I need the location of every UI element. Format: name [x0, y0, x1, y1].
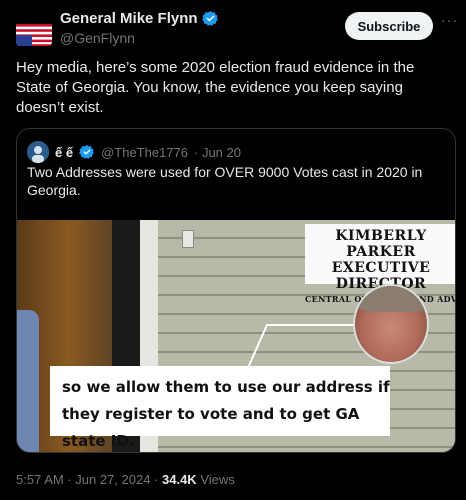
quoted-tweet-header: ế ế @TheThe1776 · Jun 20 [27, 141, 241, 163]
upside-down-us-flag-icon [16, 24, 52, 46]
tweet-meta: 5:57 AM · Jun 27, 2024 · 34.4K Views [16, 472, 235, 487]
author-display-name[interactable]: General Mike Flynn [60, 10, 198, 27]
tweet-timestamp[interactable]: 5:57 AM · Jun 27, 2024 · [16, 472, 158, 487]
views-label: Views [200, 472, 235, 487]
quoted-author-handle[interactable]: @TheThe1776 [101, 145, 188, 160]
quoted-tweet-text: Two Addresses were used for OVER 9000 Vo… [27, 164, 423, 198]
quoted-author-name[interactable]: ế ế [55, 145, 73, 160]
more-icon[interactable]: ··· [441, 12, 458, 28]
quoted-video[interactable]: Kimberly Parker Executive Director Centr… [17, 220, 455, 452]
avatar-icon[interactable] [27, 141, 49, 163]
verified-badge-icon [79, 145, 95, 159]
author-handle[interactable]: @GenFlynn [60, 30, 135, 46]
subscribe-button[interactable]: Subscribe [345, 12, 433, 40]
views-count: 34.4K [162, 472, 197, 487]
quoted-date[interactable]: · Jun 20 [194, 145, 241, 160]
video-caption: so we allow them to use our address if t… [50, 366, 390, 450]
tweet-header: General Mike Flynn @GenFlynn Subscribe ·… [0, 0, 466, 54]
verified-badge-icon [201, 11, 218, 26]
quoted-tweet[interactable]: ế ế @TheThe1776 · Jun 20 Two Addresses w… [16, 128, 456, 453]
tweet-text: Hey media, here’s some 2020 election fra… [16, 59, 415, 116]
quoted-avatar-image [27, 141, 49, 163]
author-avatar[interactable] [14, 14, 54, 54]
